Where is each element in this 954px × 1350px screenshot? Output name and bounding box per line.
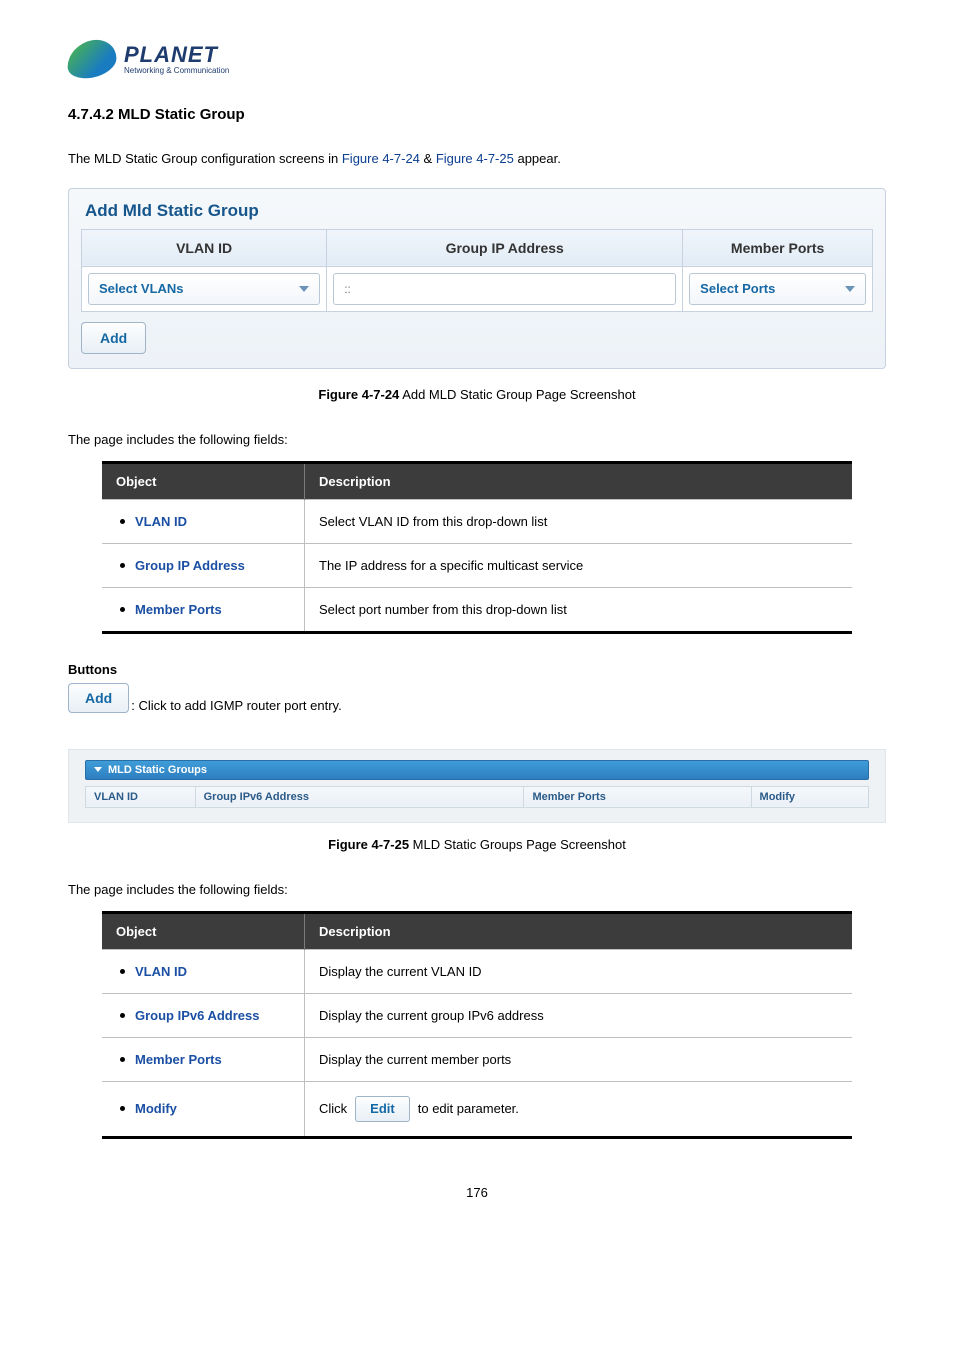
bullet-icon bbox=[120, 969, 125, 974]
t2-h2: Description bbox=[305, 912, 853, 949]
p2-col-vlan: VLAN ID bbox=[86, 786, 196, 807]
obj-label: VLAN ID bbox=[135, 514, 187, 529]
intro-pre: The MLD Static Group configuration scree… bbox=[68, 151, 342, 166]
add-button-description-row: Add : Click to add IGMP router port entr… bbox=[68, 683, 886, 713]
add-mld-static-group-panel: Add Mld Static Group VLAN ID Group IP Ad… bbox=[68, 188, 886, 369]
buttons-heading: Buttons bbox=[68, 662, 886, 677]
t1-h2: Description bbox=[305, 462, 853, 499]
edit-button[interactable]: Edit bbox=[355, 1096, 410, 1122]
modify-pre: Click bbox=[319, 1101, 347, 1116]
t1-h1: Object bbox=[102, 462, 305, 499]
bullet-icon bbox=[120, 519, 125, 524]
logo-subtitle: Networking & Communication bbox=[124, 66, 229, 75]
obj-desc: Display the current VLAN ID bbox=[305, 949, 853, 993]
caption2-rest: MLD Static Groups Page Screenshot bbox=[409, 837, 626, 852]
group-ip-input[interactable] bbox=[333, 273, 676, 305]
panel2-titlebar[interactable]: MLD Static Groups bbox=[85, 760, 869, 780]
table-row: VLAN ID Select VLAN ID from this drop-do… bbox=[102, 499, 852, 543]
logo-title: PLANET bbox=[124, 44, 229, 66]
p2-col-ipv6: Group IPv6 Address bbox=[195, 786, 524, 807]
panel1-table: VLAN ID Group IP Address Member Ports Se… bbox=[81, 229, 873, 312]
t2-h1: Object bbox=[102, 912, 305, 949]
modify-cell: Click Edit to edit parameter. bbox=[319, 1096, 838, 1122]
bullet-icon bbox=[120, 1057, 125, 1062]
obj-desc: The IP address for a specific multicast … bbox=[305, 543, 853, 587]
bullet-icon bbox=[120, 1106, 125, 1111]
modify-post: to edit parameter. bbox=[418, 1101, 519, 1116]
figure-link-2[interactable]: Figure 4-7-25 bbox=[436, 151, 514, 166]
table-row: Group IP Address The IP address for a sp… bbox=[102, 543, 852, 587]
obj-desc: Display the current group IPv6 address bbox=[305, 993, 853, 1037]
figure-link-1[interactable]: Figure 4-7-24 bbox=[342, 151, 420, 166]
vlan-select[interactable]: Select VLANs bbox=[88, 273, 320, 305]
page-number: 176 bbox=[68, 1185, 886, 1200]
table-row: Member Ports Display the current member … bbox=[102, 1037, 852, 1081]
col-member-ports: Member Ports bbox=[683, 229, 873, 266]
add-button-sample[interactable]: Add bbox=[68, 683, 129, 713]
ports-select-label: Select Ports bbox=[700, 281, 775, 296]
col-vlan-id: VLAN ID bbox=[82, 229, 327, 266]
logo: PLANET Networking & Communication bbox=[68, 40, 886, 78]
add-button-description: : Click to add IGMP router port entry. bbox=[131, 698, 342, 713]
panel2-title: MLD Static Groups bbox=[108, 764, 207, 776]
table-row: Group IPv6 Address Display the current g… bbox=[102, 993, 852, 1037]
intro-post: appear. bbox=[514, 151, 561, 166]
description-table-2: Object Description VLAN ID Display the c… bbox=[102, 911, 852, 1139]
obj-label: Group IP Address bbox=[135, 558, 245, 573]
table-row: Modify Click Edit to edit parameter. bbox=[102, 1081, 852, 1137]
fields-intro-1: The page includes the following fields: bbox=[68, 432, 886, 447]
caption1-rest: Add MLD Static Group Page Screenshot bbox=[399, 387, 635, 402]
vlan-select-label: Select VLANs bbox=[99, 281, 184, 296]
bullet-icon bbox=[120, 1013, 125, 1018]
figure-caption-2: Figure 4-7-25 MLD Static Groups Page Scr… bbox=[68, 837, 886, 852]
intro-amp: & bbox=[420, 151, 436, 166]
intro-paragraph: The MLD Static Group configuration scree… bbox=[68, 149, 886, 170]
p2-col-modify: Modify bbox=[751, 786, 868, 807]
chevron-down-icon bbox=[299, 286, 309, 292]
section-heading: 4.7.4.2 MLD Static Group bbox=[68, 106, 886, 123]
fields-intro-2: The page includes the following fields: bbox=[68, 882, 886, 897]
col-group-ip: Group IP Address bbox=[327, 229, 683, 266]
caption1-bold: Figure 4-7-24 bbox=[318, 387, 399, 402]
logo-text: PLANET Networking & Communication bbox=[124, 44, 229, 75]
chevron-down-icon bbox=[845, 286, 855, 292]
panel2-grid: VLAN ID Group IPv6 Address Member Ports … bbox=[85, 786, 869, 808]
add-button[interactable]: Add bbox=[81, 322, 146, 354]
obj-label: Group IPv6 Address bbox=[135, 1008, 260, 1023]
obj-label: Member Ports bbox=[135, 602, 222, 617]
logo-mark-icon bbox=[68, 36, 117, 82]
obj-desc: Select port number from this drop-down l… bbox=[305, 587, 853, 632]
bullet-icon bbox=[120, 563, 125, 568]
obj-label: Modify bbox=[135, 1101, 177, 1116]
caption2-bold: Figure 4-7-25 bbox=[328, 837, 409, 852]
table-row: VLAN ID Display the current VLAN ID bbox=[102, 949, 852, 993]
obj-desc: Select VLAN ID from this drop-down list bbox=[305, 499, 853, 543]
p2-col-ports: Member Ports bbox=[524, 786, 751, 807]
figure-caption-1: Figure 4-7-24 Add MLD Static Group Page … bbox=[68, 387, 886, 402]
panel1-title: Add Mld Static Group bbox=[85, 201, 873, 221]
description-table-1: Object Description VLAN ID Select VLAN I… bbox=[102, 461, 852, 634]
table-row: Member Ports Select port number from thi… bbox=[102, 587, 852, 632]
triangle-down-icon bbox=[94, 767, 102, 772]
obj-label: Member Ports bbox=[135, 1052, 222, 1067]
bullet-icon bbox=[120, 607, 125, 612]
obj-label: VLAN ID bbox=[135, 964, 187, 979]
mld-static-groups-panel: MLD Static Groups VLAN ID Group IPv6 Add… bbox=[68, 749, 886, 823]
ports-select[interactable]: Select Ports bbox=[689, 273, 866, 305]
obj-desc: Display the current member ports bbox=[305, 1037, 853, 1081]
